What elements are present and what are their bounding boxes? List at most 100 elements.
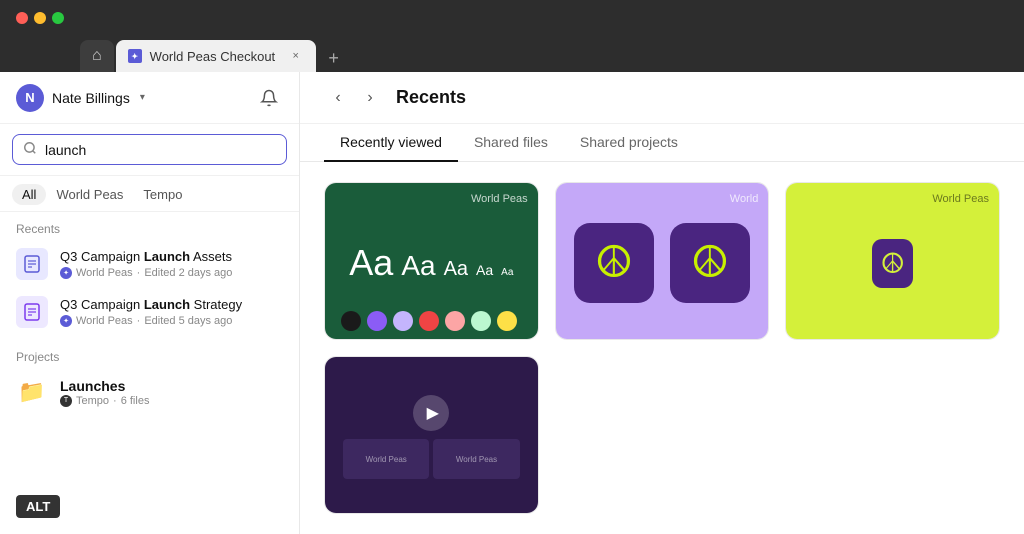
page-title: Recents: [396, 87, 466, 108]
dropdown-content: Recents Q3 Campaign Launch Assets: [0, 212, 299, 534]
result-content-1: Q3 Campaign Launch Assets ✦ World Peas ·…: [60, 249, 283, 280]
file-icon-2: [16, 296, 48, 328]
sidebar: N Nate Billings ▾: [0, 72, 300, 534]
video-content: ▶ World Peas World Peas: [325, 385, 538, 489]
filter-all[interactable]: All: [12, 184, 46, 205]
project-name: Launches: [60, 378, 283, 394]
minimize-button[interactable]: [34, 12, 46, 24]
search-input[interactable]: [45, 142, 276, 158]
play-icon: ▶: [427, 403, 439, 423]
maximize-button[interactable]: [52, 12, 64, 24]
avatar: N: [16, 84, 44, 112]
peace-icon-1: ☮: [574, 223, 654, 303]
main-content: ‹ › Recents Recently viewed Shared files…: [300, 72, 1024, 534]
workspace-icon-1: ✦: [60, 267, 72, 279]
tab-shared-projects[interactable]: Shared projects: [564, 124, 694, 162]
filter-tempo[interactable]: Tempo: [133, 184, 192, 205]
card-app-icon[interactable]: World ☮ ☮ World Peas App Icon Edited 1 d…: [555, 182, 770, 340]
swatch-red: [419, 311, 439, 331]
search-box: [0, 124, 299, 176]
world-peas-label-1: World Peas: [471, 193, 528, 205]
swatch-light-red: [445, 311, 465, 331]
project-content: Launches T Tempo · 6 files: [60, 378, 283, 407]
home-tab[interactable]: ⌂: [80, 40, 114, 72]
world-peas-label-2: World: [730, 193, 759, 205]
swatch-purple: [367, 311, 387, 331]
typo-xl: Aa: [349, 242, 393, 284]
result-title-2: Q3 Campaign Launch Strategy: [60, 297, 283, 314]
color-swatches: [341, 311, 517, 331]
swatch-yellow: [497, 311, 517, 331]
nav-arrows: ‹ ›: [324, 84, 384, 112]
peace-icon-2: ☮: [670, 223, 750, 303]
project-meta: T Tempo · 6 files: [60, 395, 283, 407]
project-workspace: Tempo: [76, 395, 109, 407]
peace-symbol-yellow: ☮: [880, 248, 905, 279]
tab-favicon: ✦: [128, 49, 142, 63]
tab-title: World Peas Checkout: [150, 49, 280, 64]
result-workspace-1: World Peas: [76, 267, 133, 279]
tab-recently-viewed[interactable]: Recently viewed: [324, 124, 458, 162]
result-meta-1: ✦ World Peas · Edited 2 days ago: [60, 267, 283, 279]
notification-button[interactable]: [255, 84, 283, 112]
card-thumbnail-1: World Peas Aa Aa Aa Aa Aa: [325, 183, 538, 340]
card-thumbnail-3: World Peas ☮: [786, 183, 999, 340]
typo-xs: Aa: [501, 267, 513, 278]
main-header: ‹ › Recents: [300, 72, 1024, 124]
project-workspace-icon: T: [60, 395, 72, 407]
file-icon-1: [16, 248, 48, 280]
result-edited-1: Edited 2 days ago: [144, 267, 232, 279]
video-thumb-2: World Peas: [433, 439, 519, 479]
swatch-black: [341, 311, 361, 331]
tab-shared-files[interactable]: Shared files: [458, 124, 564, 162]
project-item-launches[interactable]: 📁 Launches T Tempo · 6 files: [0, 368, 299, 416]
peace-symbol-1: ☮: [594, 241, 633, 285]
browser-chrome: ⌂ ✦ World Peas Checkout × +: [0, 0, 1024, 72]
app-container: N Nate Billings ▾: [0, 72, 1024, 534]
tabs-bar: Recently viewed Shared files Shared proj…: [300, 124, 1024, 162]
recents-label: Recents: [0, 212, 299, 240]
search-icon: [23, 141, 37, 158]
sidebar-header: N Nate Billings ▾: [0, 72, 299, 124]
card-video[interactable]: ▶ World Peas World Peas: [324, 356, 539, 514]
swatch-green: [471, 311, 491, 331]
chevron-down-icon: ▾: [140, 92, 145, 103]
traffic-lights: [16, 12, 64, 24]
card-thumbnail-2: World ☮ ☮: [556, 183, 769, 340]
alt-badge: ALT: [16, 495, 60, 518]
nav-forward-button[interactable]: ›: [356, 84, 384, 112]
search-result-1[interactable]: Q3 Campaign Launch Assets ✦ World Peas ·…: [0, 240, 299, 288]
workspace-icon-2: ✦: [60, 315, 72, 327]
result-meta-2: ✦ World Peas · Edited 5 days ago: [60, 315, 283, 327]
search-input-wrapper: [12, 134, 287, 165]
home-icon: ⌂: [92, 47, 102, 65]
search-result-2[interactable]: Q3 Campaign Launch Strategy ✦ World Peas…: [0, 288, 299, 336]
nav-back-button[interactable]: ‹: [324, 84, 352, 112]
result-workspace-2: World Peas: [76, 315, 133, 327]
active-browser-tab[interactable]: ✦ World Peas Checkout ×: [116, 40, 316, 72]
result-title-1: Q3 Campaign Launch Assets: [60, 249, 283, 266]
typo-sm: Aa: [476, 262, 493, 278]
peace-symbol-2: ☮: [690, 241, 729, 285]
cards-grid: World Peas Aa Aa Aa Aa Aa: [300, 162, 1024, 534]
video-thumb-1: World Peas: [343, 439, 429, 479]
filter-world-peas[interactable]: World Peas: [46, 184, 133, 205]
typo-lg: Aa: [401, 250, 435, 282]
card-thumbnail-4: ▶ World Peas World Peas: [325, 357, 538, 514]
projects-label: Projects: [0, 340, 299, 368]
typo-md: Aa: [444, 258, 468, 281]
yellow-card-icon: ☮: [872, 239, 913, 288]
tab-bar: ⌂ ✦ World Peas Checkout × +: [0, 36, 1024, 72]
projects-section: Projects 📁 Launches T Tempo · 6 files: [0, 340, 299, 416]
world-peas-label-3: World Peas: [932, 193, 989, 205]
swatch-light-purple: [393, 311, 413, 331]
result-content-2: Q3 Campaign Launch Strategy ✦ World Peas…: [60, 297, 283, 328]
user-info[interactable]: N Nate Billings ▾: [16, 84, 145, 112]
close-button[interactable]: [16, 12, 28, 24]
search-filters: All World Peas Tempo: [0, 176, 299, 212]
tab-close-button[interactable]: ×: [288, 48, 304, 64]
new-tab-button[interactable]: +: [320, 44, 348, 72]
card-yellow[interactable]: World Peas ☮: [785, 182, 1000, 340]
card-scale-sketches[interactable]: World Peas Aa Aa Aa Aa Aa: [324, 182, 539, 340]
title-bar: [0, 0, 1024, 36]
